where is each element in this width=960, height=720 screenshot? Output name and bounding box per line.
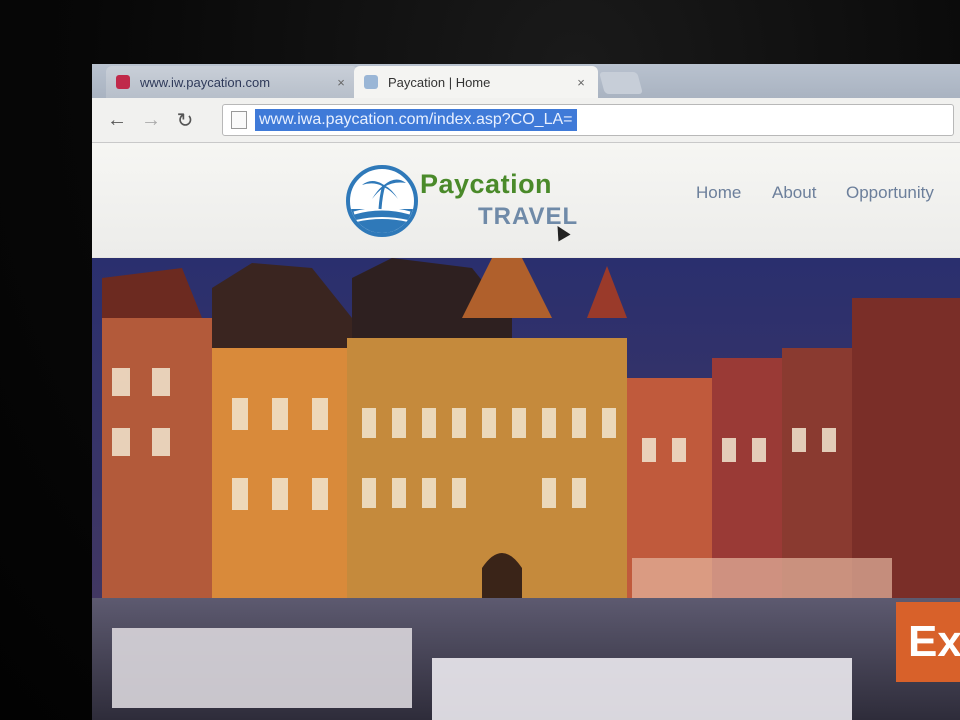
close-icon[interactable]: × bbox=[334, 75, 348, 90]
explore-button[interactable]: Ex bbox=[896, 602, 960, 682]
tab-active[interactable]: Paycation | Home × bbox=[354, 66, 598, 98]
brand-name[interactable]: Paycation bbox=[420, 169, 552, 200]
palm-tree-island-icon[interactable] bbox=[346, 165, 418, 237]
tab-title: Paycation | Home bbox=[388, 74, 491, 90]
page-favicon-icon bbox=[364, 75, 378, 89]
close-icon[interactable]: × bbox=[574, 75, 588, 90]
nav-opportunity[interactable]: Opportunity bbox=[846, 183, 934, 203]
page-icon bbox=[231, 111, 247, 129]
forward-button[interactable]: → bbox=[134, 103, 168, 137]
tab-strip: www.iw.paycation.com × Paycation | Home … bbox=[92, 64, 960, 100]
tab-inactive[interactable]: www.iw.paycation.com × bbox=[106, 66, 358, 98]
reload-button[interactable]: ↻ bbox=[168, 103, 202, 137]
new-tab-button[interactable] bbox=[599, 72, 643, 94]
address-bar[interactable]: www.iwa.paycation.com/index.asp?CO_LA= bbox=[222, 104, 954, 136]
site-header: Paycation TRAVEL Home About Opportunity bbox=[92, 143, 960, 257]
hero-cityscape-illustration bbox=[92, 258, 960, 720]
site-favicon-icon bbox=[116, 75, 130, 89]
nav-about[interactable]: About bbox=[772, 183, 816, 203]
browser-toolbar: ← → ↻ www.iwa.paycation.com/index.asp?CO… bbox=[92, 98, 960, 143]
hero-image: Ex bbox=[92, 258, 960, 720]
back-button[interactable]: ← bbox=[100, 103, 134, 137]
tab-title: www.iw.paycation.com bbox=[140, 74, 271, 90]
url-text[interactable]: www.iwa.paycation.com/index.asp?CO_LA= bbox=[255, 109, 577, 131]
nav-home[interactable]: Home bbox=[696, 183, 741, 203]
browser-window: www.iw.paycation.com × Paycation | Home … bbox=[92, 64, 960, 720]
